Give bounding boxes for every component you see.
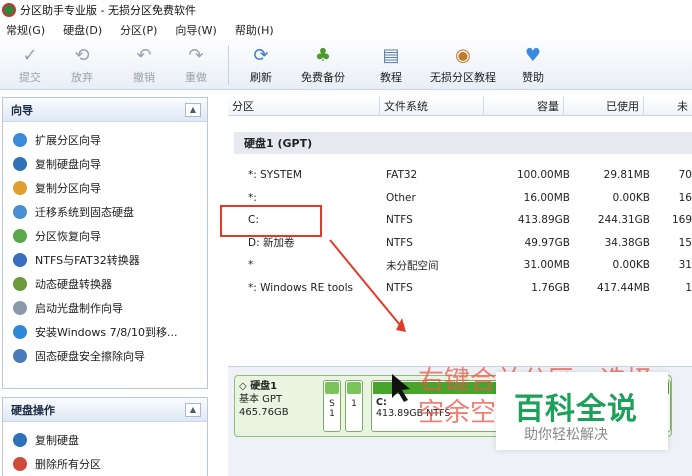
watermark-title: 百科全说 <box>514 392 638 427</box>
toolbar: ✓ 提交 ⟲ 放弃 ↶ 撤销 ↷ 重做 ⟳ 刷新 ♣ 免费备份 ▤ 教程 ◉ 无… <box>0 40 692 90</box>
col-capacity[interactable]: 容量 <box>484 95 564 116</box>
disk-op-delete-all[interactable]: 删除所有分区 <box>13 452 207 476</box>
collapse-icon[interactable]: ▲ <box>185 102 201 117</box>
sponsor-button[interactable]: ♥ 赞助 <box>507 40 559 88</box>
refresh-button[interactable]: ⟳ 刷新 <box>239 40 283 88</box>
disk-ops-panel-title: 硬盘操作 <box>11 403 55 417</box>
undo-button[interactable]: ↶ 撤销 <box>114 40 174 88</box>
menu-help[interactable]: 帮助(H) <box>235 22 274 38</box>
disk-icon: ◇ <box>239 381 247 392</box>
wizard-item-copy-disk[interactable]: 复制硬盘向导 <box>13 152 207 176</box>
copy-disk-icon <box>13 157 27 171</box>
wizard-panel: 向导 ▲ 扩展分区向导 复制硬盘向导 复制分区向导 迁移系统到固态硬盘 分区恢复… <box>2 97 208 389</box>
wizard-item-extend-partition[interactable]: 扩展分区向导 <box>13 128 207 152</box>
wizard-item-ssd-erase[interactable]: 固态硬盘安全擦除向导 <box>13 344 207 368</box>
disk-ops-panel-header: 硬盘操作 ▲ <box>3 398 207 422</box>
window-title: 分区助手专业版 - 无损分区免费软件 <box>20 4 196 17</box>
wizard-panel-header: 向导 ▲ <box>3 98 207 122</box>
wizard-item-copy-partition[interactable]: 复制分区向导 <box>13 176 207 200</box>
watermark-subtitle: 助你轻松解决 <box>524 427 608 443</box>
disc-icon <box>13 301 27 315</box>
commit-button[interactable]: ✓ 提交 <box>10 40 50 88</box>
refresh-icon: ⟳ <box>253 44 269 66</box>
disk-label: 硬盘1 (GPT) <box>244 137 313 150</box>
discard-icon: ⟲ <box>74 44 90 66</box>
windows-icon <box>13 325 27 339</box>
wizard-item-dynamic-disk[interactable]: 动态硬盘转换器 <box>13 272 207 296</box>
col-used[interactable]: 已使用 <box>564 95 644 116</box>
delete-icon <box>13 457 27 471</box>
partition-block-msr[interactable]: 1 <box>345 380 363 432</box>
menu-partition[interactable]: 分区(P) <box>120 22 157 38</box>
app-icon <box>2 3 16 17</box>
col-partition[interactable]: 分区 <box>228 95 380 116</box>
toolbar-separator <box>228 45 229 85</box>
wizard-item-install-windows[interactable]: 安装Windows 7/8/10到移... <box>13 320 207 344</box>
menu-disk[interactable]: 硬盘(D) <box>63 22 102 38</box>
disk-info: ◇ 硬盘1 基本 GPT 465.76GB <box>239 381 289 418</box>
wizard-item-ntfs-fat32[interactable]: NTFS与FAT32转换器 <box>13 248 207 272</box>
undo-icon: ↶ <box>136 44 152 66</box>
col-filesystem[interactable]: 文件系统 <box>380 95 484 116</box>
table-row[interactable]: *: SYSTEM FAT32 100.00MB 29.81MB 70 <box>248 164 692 187</box>
collapse-icon[interactable]: ▲ <box>185 402 201 417</box>
annotation-line-2: 空余空 <box>418 398 497 428</box>
table-row[interactable]: *: Windows RE tools NTFS 1.76GB 417.44MB… <box>248 277 692 300</box>
convert-icon <box>13 253 27 267</box>
wizard-item-boot-disc[interactable]: 启动光盘制作向导 <box>13 296 207 320</box>
menu-general[interactable]: 常规(G) <box>6 22 45 38</box>
disk-row[interactable]: 硬盘1 (GPT) <box>234 132 692 154</box>
watermark: 百科全说 助你轻松解决 <box>496 372 668 450</box>
check-icon: ✓ <box>22 44 38 66</box>
table-row[interactable]: * 未分配空间 31.00MB 0.00KB 31 <box>248 254 692 277</box>
migrate-icon <box>13 205 27 219</box>
wizard-item-migrate-os[interactable]: 迁移系统到固态硬盘 <box>13 200 207 224</box>
discard-button[interactable]: ⟲ 放弃 <box>50 40 114 88</box>
redo-button[interactable]: ↷ 重做 <box>174 40 218 88</box>
partition-block-system[interactable]: S 1 <box>323 380 341 432</box>
recovery-icon <box>13 229 27 243</box>
copy-disk-icon <box>13 433 27 447</box>
disk-ops-panel: 硬盘操作 ▲ 复制硬盘 删除所有分区 <box>2 397 208 476</box>
extend-icon <box>13 133 27 147</box>
menu-bar: 常规(G) 硬盘(D) 分区(P) 向导(W) 帮助(H) <box>0 20 692 40</box>
copy-partition-icon <box>13 181 27 195</box>
disk-op-copy-disk[interactable]: 复制硬盘 <box>13 428 207 452</box>
book-icon: ▤ <box>382 44 400 66</box>
menu-wizard[interactable]: 向导(W) <box>175 22 216 38</box>
col-unused[interactable]: 未 <box>644 96 692 116</box>
wizard-item-partition-recovery[interactable]: 分区恢复向导 <box>13 224 207 248</box>
dynamic-disk-icon <box>13 277 27 291</box>
free-backup-button[interactable]: ♣ 免费备份 <box>283 40 363 88</box>
redo-icon: ↷ <box>188 44 204 66</box>
tutorial-button[interactable]: ▤ 教程 <box>363 40 419 88</box>
partition-tutorial-button[interactable]: ◉ 无损分区教程 <box>419 40 507 88</box>
title-bar: 分区助手专业版 - 无损分区免费软件 <box>0 0 692 20</box>
wizard-panel-title: 向导 <box>11 103 33 117</box>
column-header: 分区 文件系统 容量 已使用 未 <box>228 95 692 116</box>
heart-icon: ♥ <box>524 44 542 66</box>
erase-icon <box>13 349 27 363</box>
highlight-box <box>220 205 322 237</box>
sidebar: 向导 ▲ 扩展分区向导 复制硬盘向导 复制分区向导 迁移系统到固态硬盘 分区恢复… <box>2 97 208 476</box>
guide-icon: ◉ <box>455 44 471 66</box>
backup-icon: ♣ <box>314 44 332 66</box>
